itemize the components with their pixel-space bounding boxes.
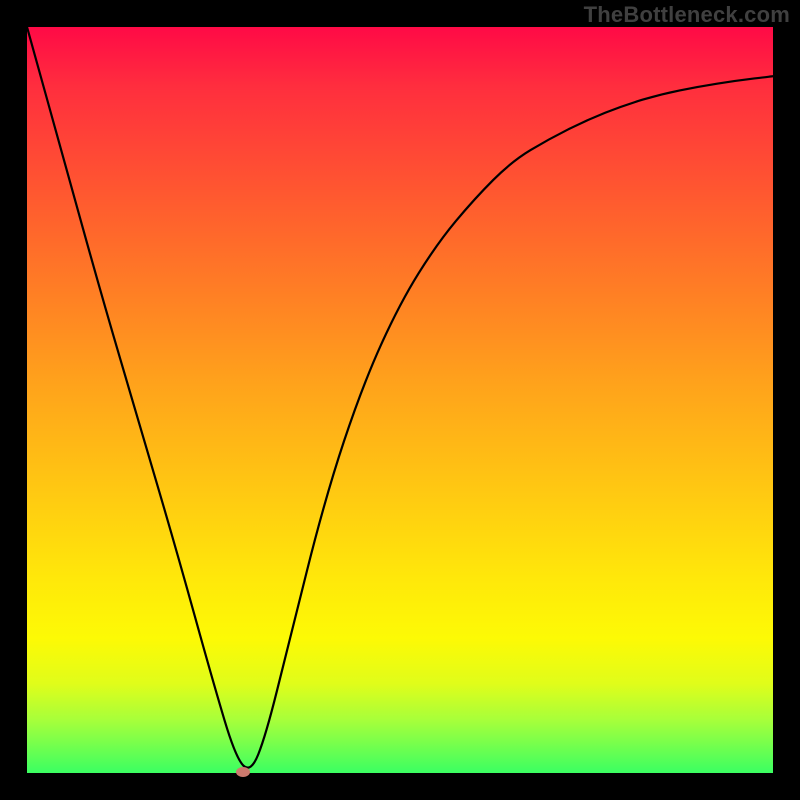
watermark-text: TheBottleneck.com	[584, 2, 790, 28]
bottleneck-curve	[27, 27, 773, 768]
plot-area	[27, 27, 773, 773]
chart-frame: TheBottleneck.com	[0, 0, 800, 800]
min-marker	[236, 767, 250, 777]
curve-svg	[27, 27, 773, 773]
